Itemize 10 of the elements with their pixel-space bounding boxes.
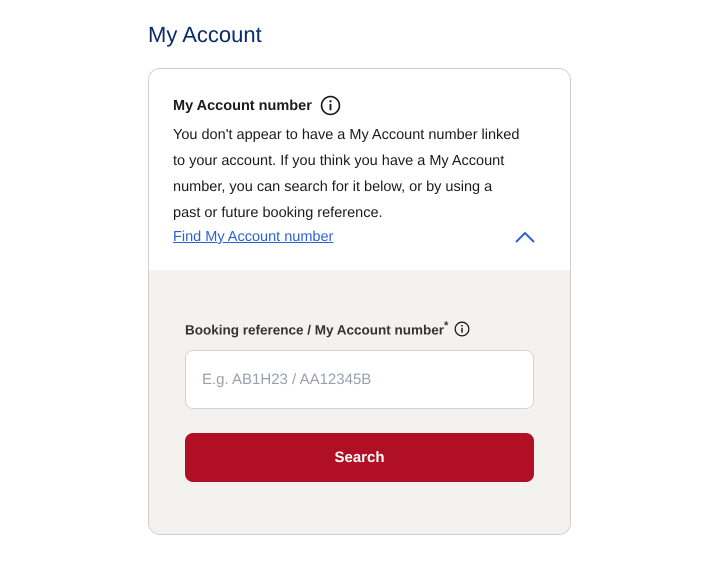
info-icon[interactable] (320, 95, 341, 116)
card-heading: My Account number (173, 98, 312, 114)
booking-reference-input[interactable]: E.g. AB1H23 / AA12345B (185, 350, 534, 408)
page-title: My Account (148, 22, 262, 48)
search-button[interactable]: Search (185, 432, 534, 482)
info-icon[interactable] (454, 320, 470, 337)
field-label: Booking reference / My Account number$^{*}$ (185, 320, 448, 338)
find-account-link[interactable]: Find My Account number (173, 226, 334, 248)
card-description: You don't appear to have a My Account number linked to your account. If you think you have a My Account number, you can search for it below, or by using a past or future booking reference. (173, 126, 520, 223)
chevron-icon[interactable] (514, 230, 536, 244)
